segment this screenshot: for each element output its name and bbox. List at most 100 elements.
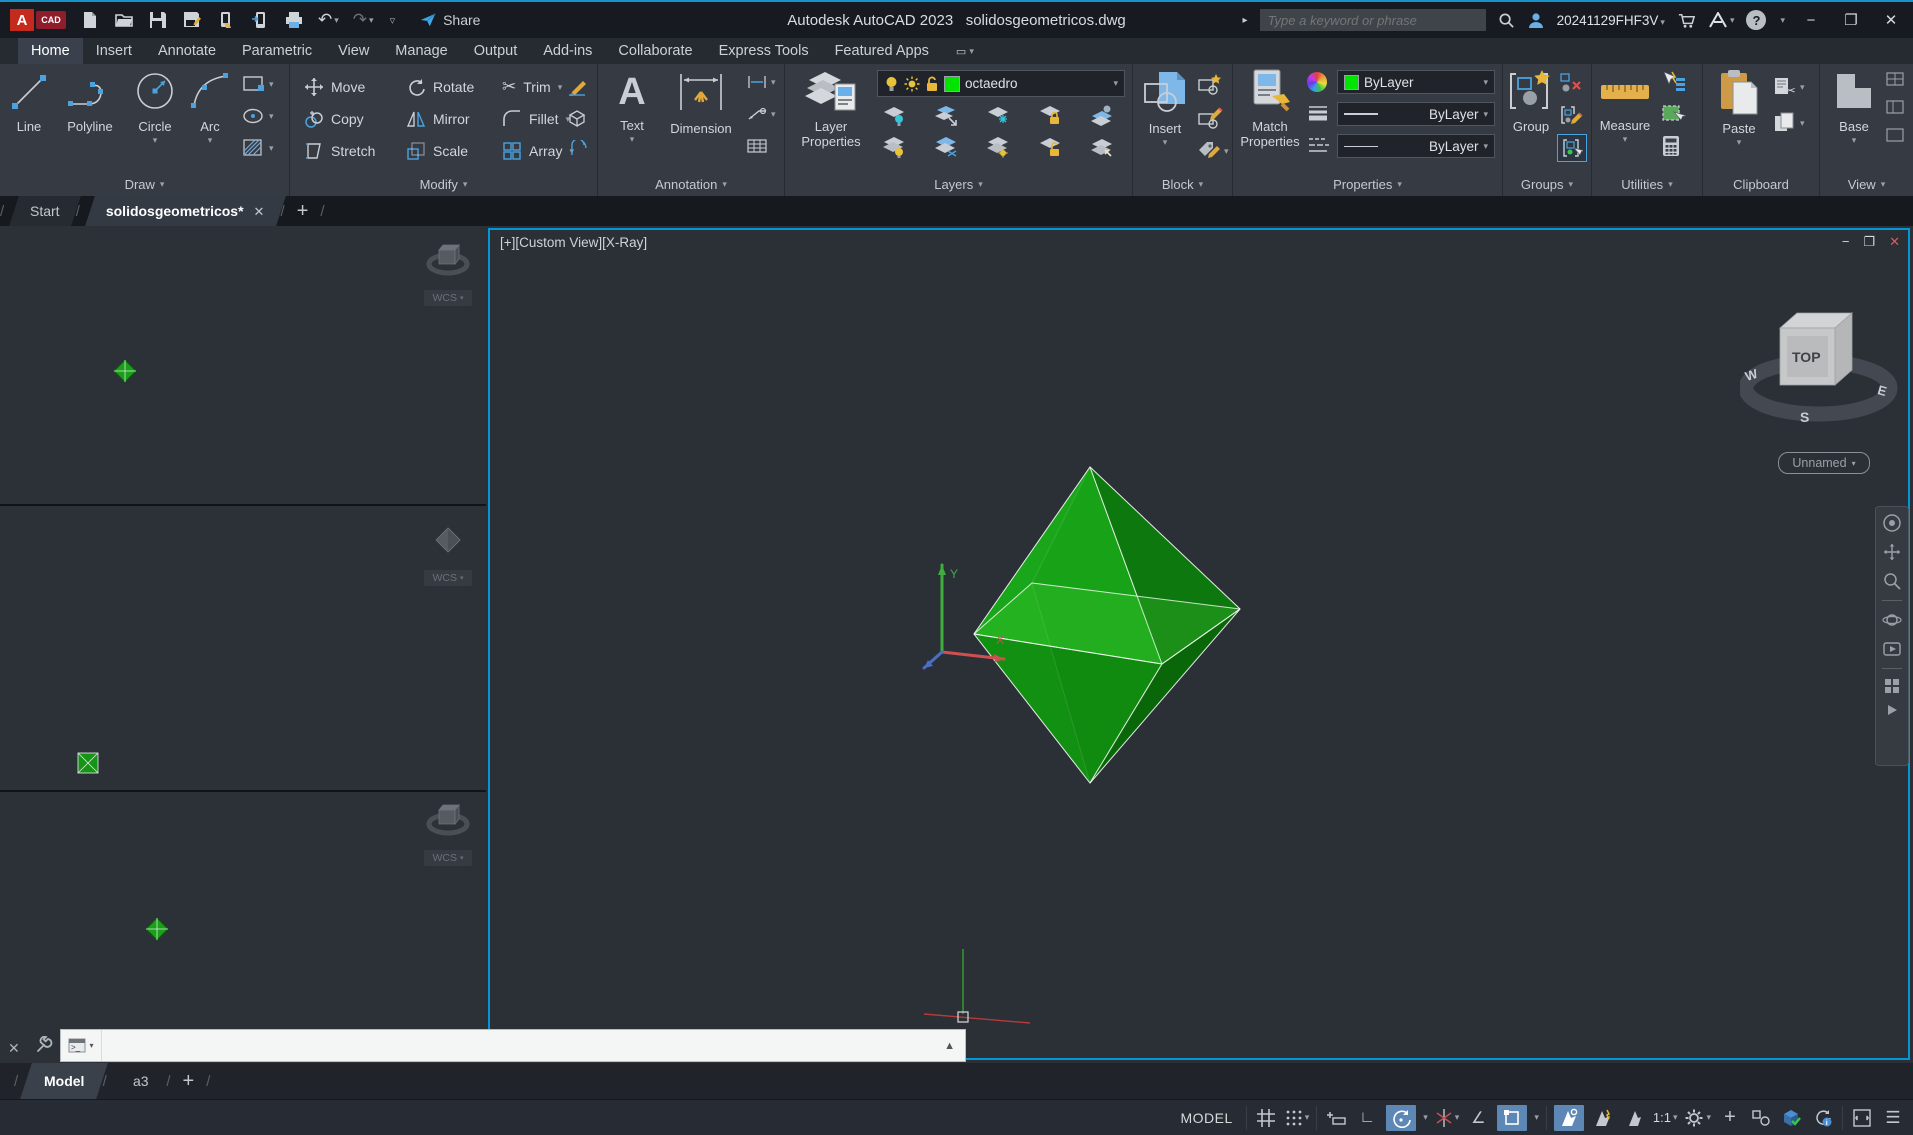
- edit-block-button[interactable]: [1197, 106, 1223, 130]
- quick-calc-button[interactable]: [1660, 134, 1682, 158]
- file-tab-close-icon[interactable]: ✕: [254, 204, 265, 219]
- minimize-button[interactable]: −: [1797, 12, 1825, 29]
- panel-label-properties[interactable]: Properties ▾: [1233, 172, 1502, 196]
- layer-walk-icon[interactable]: [1089, 104, 1115, 126]
- save-as-icon[interactable]: [182, 10, 202, 30]
- octahedron-mini-side-view[interactable]: [144, 916, 170, 942]
- octahedron-solid[interactable]: Y X: [490, 230, 1908, 1058]
- open-from-mobile-icon[interactable]: [216, 10, 236, 30]
- dimension-button[interactable]: Dimension: [660, 68, 742, 136]
- showmotion-icon[interactable]: [1882, 639, 1902, 659]
- tab-view[interactable]: View: [325, 38, 382, 64]
- lineweight-dropdown[interactable]: ByLayer ▾: [1337, 134, 1495, 158]
- group-button[interactable]: Group: [1505, 68, 1557, 134]
- select-similar-button[interactable]: [1660, 102, 1686, 126]
- autocad-logo[interactable]: A CAD: [10, 9, 66, 31]
- scale-button[interactable]: Scale: [406, 140, 468, 162]
- panel-label-utilities[interactable]: Utilities ▾: [1592, 172, 1702, 196]
- isometric-drafting-icon[interactable]: ▾: [1435, 1105, 1459, 1131]
- panel-label-modify[interactable]: Modify ▾: [290, 172, 597, 196]
- panel-label-annotation[interactable]: Annotation ▾: [598, 172, 784, 196]
- ortho-mode-icon[interactable]: ∟: [1355, 1105, 1379, 1131]
- explode-button[interactable]: [566, 108, 588, 128]
- viewport-tool-1[interactable]: [1886, 72, 1904, 86]
- snap-mode-icon[interactable]: ▾: [1285, 1105, 1309, 1131]
- zoom-extents-icon[interactable]: [1882, 571, 1902, 591]
- circle-button[interactable]: Circle ▾: [126, 68, 184, 146]
- layer-on-all-icon[interactable]: [881, 136, 907, 158]
- navwheel-icon[interactable]: [1882, 513, 1902, 533]
- tab-parametric[interactable]: Parametric: [229, 38, 325, 64]
- create-block-button[interactable]: [1197, 72, 1223, 96]
- ribbon-display-toggle[interactable]: ▭ ▾: [956, 38, 974, 64]
- user-avatar-icon[interactable]: [1527, 11, 1545, 29]
- linear-dimension-button[interactable]: ▾: [746, 74, 776, 90]
- viewcube-south[interactable]: S: [1800, 409, 1809, 425]
- search-expand-icon[interactable]: ▸: [1243, 15, 1248, 26]
- open-folder-icon[interactable]: [114, 10, 134, 30]
- linetype-list-icon[interactable]: [1307, 136, 1329, 154]
- panel-label-view[interactable]: View ▾: [1820, 172, 1913, 196]
- tab-addins[interactable]: Add-ins: [530, 38, 605, 64]
- main-viewport[interactable]: [+][Custom View][X-Ray] − ❐ ✕ Y X W S E …: [488, 228, 1910, 1060]
- linetype-dropdown[interactable]: ByLayer ▾: [1337, 102, 1495, 126]
- tab-annotate[interactable]: Annotate: [145, 38, 229, 64]
- layer-dropdown-icon[interactable]: ▾: [1113, 78, 1118, 89]
- layer-thaw-icon[interactable]: [933, 136, 959, 158]
- group-selection-toggle[interactable]: [1557, 134, 1587, 162]
- trim-button[interactable]: ✂ Trim ▾: [502, 76, 562, 98]
- command-line[interactable]: >_ ▾ ▲: [60, 1029, 966, 1062]
- layer-lock-icon[interactable]: [1037, 104, 1063, 126]
- qat-customize-icon[interactable]: ▿: [390, 14, 396, 27]
- panel-label-groups[interactable]: Groups ▾: [1503, 172, 1591, 196]
- close-button[interactable]: ✕: [1877, 11, 1905, 29]
- polyline-button[interactable]: Polyline: [58, 68, 122, 134]
- clean-screen-icon[interactable]: [1850, 1105, 1874, 1131]
- plot-icon[interactable]: [284, 10, 304, 30]
- command-customize-wrench-icon[interactable]: [36, 1036, 54, 1054]
- command-prompt-icon[interactable]: >_ ▾: [61, 1030, 102, 1061]
- undo-dropdown-icon[interactable]: ▾: [334, 15, 339, 26]
- viewcube-ghost-top[interactable]: [426, 238, 470, 282]
- polar-tracking-icon[interactable]: [1386, 1104, 1417, 1131]
- panel-label-clipboard[interactable]: Clipboard: [1703, 172, 1819, 196]
- tab-manage[interactable]: Manage: [382, 38, 460, 64]
- viewport-tool-3[interactable]: [1886, 128, 1904, 142]
- viewcube-ghost-mid[interactable]: [426, 518, 470, 562]
- layer-properties-button[interactable]: Layer Properties: [793, 68, 869, 149]
- stretch-button[interactable]: Stretch: [304, 140, 375, 162]
- arc-button[interactable]: Arc ▾: [186, 68, 234, 146]
- maximize-button[interactable]: ❐: [1837, 11, 1865, 29]
- save-to-mobile-icon[interactable]: [250, 10, 270, 30]
- graphics-performance-icon[interactable]: [1780, 1105, 1804, 1131]
- tab-collaborate[interactable]: Collaborate: [605, 38, 705, 64]
- layer-off-icon[interactable]: [881, 104, 907, 126]
- tab-express-tools[interactable]: Express Tools: [706, 38, 822, 64]
- erase-button[interactable]: [566, 76, 588, 96]
- viewport-tool-2[interactable]: [1886, 100, 1904, 114]
- copy-clip-button[interactable]: ▾: [1773, 112, 1805, 134]
- group-edit-button[interactable]: [1559, 104, 1583, 126]
- paste-button[interactable]: Paste ▾: [1711, 68, 1767, 148]
- array-button[interactable]: Array ▾: [502, 140, 574, 162]
- file-tab-active[interactable]: solidosgeometricos* ✕: [85, 196, 286, 226]
- match-properties-button[interactable]: Match Properties: [1237, 68, 1303, 149]
- left-viewports[interactable]: WCS ▾ WCS ▾ WCS ▾: [0, 226, 486, 1063]
- help-icon[interactable]: ?: [1746, 10, 1767, 30]
- octahedron-mini-front-view[interactable]: [75, 750, 101, 776]
- arc-dropdown-icon[interactable]: ▾: [186, 135, 234, 146]
- layer-freeze-icon[interactable]: [985, 104, 1011, 126]
- object-color-dropdown[interactable]: ByLayer ▾: [1337, 70, 1495, 94]
- viewport-divider[interactable]: [0, 790, 486, 792]
- leader-button[interactable]: ▾: [746, 106, 776, 122]
- autodesk-logo-icon[interactable]: ▾: [1708, 12, 1734, 28]
- offset-button[interactable]: [566, 140, 588, 160]
- tab-insert[interactable]: Insert: [83, 38, 145, 64]
- navbar-grid-icon[interactable]: [1884, 678, 1900, 694]
- insert-block-button[interactable]: Insert ▾: [1137, 68, 1193, 148]
- search-input[interactable]: [1259, 9, 1486, 31]
- wcs-pill-1[interactable]: WCS ▾: [424, 290, 472, 306]
- customization-menu-icon[interactable]: ☰: [1881, 1105, 1905, 1131]
- search-icon[interactable]: [1498, 12, 1515, 29]
- layer-sun-icon[interactable]: [904, 76, 920, 92]
